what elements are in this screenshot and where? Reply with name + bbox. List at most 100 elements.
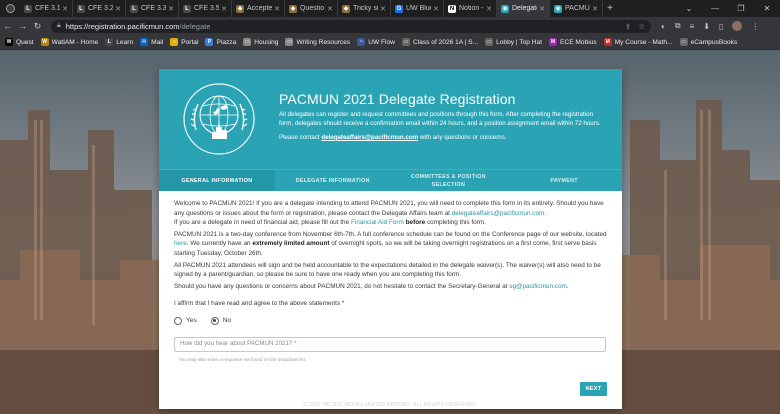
- bookmark-star-icon[interactable]: ☆: [638, 22, 645, 31]
- close-tab-icon[interactable]: ✕: [592, 5, 598, 13]
- browser-tab-label: CFE 3.2 -: [88, 5, 114, 12]
- contact-prefix: Please contact: [279, 133, 320, 141]
- close-tab-icon[interactable]: ✕: [168, 5, 174, 13]
- browser-tab[interactable]: ◆ Tricky si ✕: [338, 0, 391, 17]
- bookmark-item[interactable]: P Piazza: [205, 38, 236, 46]
- radio-no-circle[interactable]: [210, 316, 219, 325]
- browser-tab-label: Accepte: [247, 5, 273, 12]
- browser-tab[interactable]: L CFE 3.5 ✕: [179, 0, 232, 17]
- bookmark-item[interactable]: ▭ Class of 2026 1A | S...: [401, 38, 478, 46]
- address-bar[interactable]: 🔒︎ https://registration.pacificmun.com/d…: [51, 19, 651, 33]
- close-tab-icon[interactable]: ✕: [274, 5, 280, 13]
- browser-tab[interactable]: LCFE 3.2 -✕: [73, 0, 126, 17]
- close-tab-icon[interactable]: ✕: [380, 5, 386, 13]
- bookmark-item[interactable]: W Quest: [5, 38, 34, 46]
- bookmark-label: Mail: [151, 38, 164, 46]
- form-step-tab[interactable]: DELEGATE INFORMATION: [275, 170, 391, 191]
- delegate-affairs-link[interactable]: delegateaffairs@pacificmun.com: [452, 210, 545, 217]
- chevron-down-icon[interactable]: ⌄: [676, 0, 702, 17]
- form-contact: Please contact delegateaffairs@pacificmu…: [279, 134, 608, 141]
- share-icon[interactable]: ⇪: [625, 22, 631, 31]
- conference-text: PACMUN 2021 is a two-day conference from…: [174, 230, 607, 238]
- menu-icon[interactable]: ⋮: [751, 22, 759, 31]
- close-tab-icon[interactable]: ✕: [539, 5, 545, 13]
- browser-tab[interactable]: L CFE 3.1 ✕: [20, 0, 73, 17]
- browser-tab[interactable]: ◉PACMUN✕: [550, 0, 603, 17]
- financial-aid-end: completing this form.: [426, 219, 486, 227]
- waterloo-icon: W: [40, 38, 49, 46]
- shield-icon: ◆: [342, 4, 350, 13]
- form-step-tab[interactable]: PAYMENT: [506, 170, 622, 191]
- browser-tab[interactable]: ◉Delegate✕: [497, 0, 550, 17]
- browser-tab[interactable]: ◆ Questio ✕: [285, 0, 338, 17]
- close-tab-icon[interactable]: ✕: [221, 5, 227, 13]
- restore-icon[interactable]: ❐: [728, 0, 754, 17]
- bookmark-label: WatIAM - Home: [51, 38, 99, 46]
- delegate-affairs-email-link[interactable]: delegateaffairs@pacificmun.com: [321, 134, 418, 141]
- portal-icon: ○: [170, 38, 179, 46]
- conference-text-2: . We currently have an: [186, 240, 251, 248]
- new-tab-button[interactable]: +: [603, 0, 617, 17]
- reading-list-icon[interactable]: ≡: [690, 22, 695, 31]
- back-icon[interactable]: ←: [0, 21, 15, 31]
- browser-toolbar: ← → ↻ 🔒︎ https://registration.pacificmun…: [0, 17, 780, 35]
- pacmun-logo: [159, 69, 279, 169]
- bookmark-item[interactable]: ▭ Lobby | Top Hat: [485, 38, 542, 46]
- folder-icon: ▭: [243, 38, 252, 46]
- registration-card: PACMUN 2021 Delegate Registration All de…: [159, 69, 622, 409]
- downloads-icon[interactable]: ⬇: [703, 22, 710, 31]
- extension-puzzle-icon[interactable]: ⧉: [675, 21, 681, 31]
- close-tab-icon[interactable]: ✕: [486, 5, 492, 13]
- bookmark-item[interactable]: M My Course - Math...: [603, 38, 673, 46]
- radio-no[interactable]: No: [210, 316, 231, 326]
- close-tab-icon[interactable]: ✕: [115, 5, 121, 13]
- radio-yes-circle[interactable]: [174, 316, 182, 325]
- reload-icon[interactable]: ↻: [30, 21, 45, 32]
- bookmark-label: Lobby | Top Hat: [496, 38, 543, 46]
- affirm-label: I affirm that I have read and agree to t…: [174, 300, 345, 308]
- tab-list: LCFE 3.1✕LCFE 3.2 -✕LCFE 3.3✕LCFE 3.5✕◆A…: [20, 0, 603, 17]
- tab-search-button[interactable]: [0, 0, 20, 17]
- close-tab-icon[interactable]: ✕: [433, 5, 439, 13]
- form-step-tab[interactable]: GENERAL INFORMATION: [159, 170, 275, 191]
- minimize-icon[interactable]: —: [702, 0, 728, 17]
- url-text[interactable]: https://registration.pacificmun.com/dele…: [66, 22, 211, 31]
- close-tab-icon[interactable]: ✕: [327, 5, 333, 13]
- bookmark-item[interactable]: ○ Portal: [170, 38, 198, 46]
- extension-icon[interactable]: ◐: [661, 22, 666, 31]
- here-link[interactable]: here: [174, 240, 187, 247]
- browser-tab[interactable]: ◆ Accepte ✕: [232, 0, 285, 17]
- form-title: PACMUN 2021 Delegate Registration: [279, 91, 516, 107]
- pacmun-icon: ◉: [501, 4, 509, 13]
- bookmark-item[interactable]: L Learn: [105, 38, 133, 46]
- form-step-tab[interactable]: COMMITTEES & POSITION SELECTION: [391, 170, 507, 191]
- forward-icon[interactable]: →: [15, 21, 30, 31]
- lock-icon[interactable]: 🔒︎: [57, 22, 61, 30]
- window-controls: ⌄ — ❐ ✕: [676, 0, 780, 17]
- close-tab-icon[interactable]: ✕: [62, 5, 68, 13]
- side-panel-icon[interactable]: ▯: [719, 22, 723, 31]
- profile-icon: [5, 4, 15, 13]
- piazza-icon: P: [205, 38, 214, 46]
- page-icon: ▭: [401, 38, 410, 46]
- intro-paragraph: Welcome to PACMUN 2021! If you are a del…: [174, 199, 608, 228]
- secretary-general-email-link[interactable]: sg@pacificmun.com: [509, 283, 567, 290]
- avatar[interactable]: [732, 21, 743, 31]
- close-icon[interactable]: ✕: [754, 0, 780, 17]
- bookmark-item[interactable]: M ECE Mobius: [549, 38, 597, 46]
- page-icon: ▭: [679, 38, 688, 46]
- browser-tab[interactable]: G UW Blue ✕: [391, 0, 444, 17]
- bookmark-item[interactable]: ▭ Housing: [243, 38, 278, 46]
- bookmark-item[interactable]: W WatIAM - Home: [40, 38, 99, 46]
- browser-tab[interactable]: N Notion - ✕: [444, 0, 497, 17]
- bookmark-item[interactable]: ✉ Mail: [140, 38, 163, 46]
- bookmark-item[interactable]: ▭ Writing Resources: [285, 38, 350, 46]
- bookmark-item[interactable]: ▭ eCampusBooks: [679, 38, 737, 46]
- bookmark-item[interactable]: ~ UW Flow: [357, 38, 395, 46]
- financial-aid-form-link[interactable]: Financial Aid Form: [351, 219, 404, 226]
- next-button[interactable]: NEXT: [580, 382, 607, 396]
- browser-tab[interactable]: L CFE 3.3 ✕: [126, 0, 179, 17]
- referral-source-input[interactable]: How did you hear about PACMUN 2021? *: [174, 336, 606, 352]
- browser-tab-label: Delegate: [512, 5, 537, 12]
- radio-yes[interactable]: Yes: [174, 316, 197, 326]
